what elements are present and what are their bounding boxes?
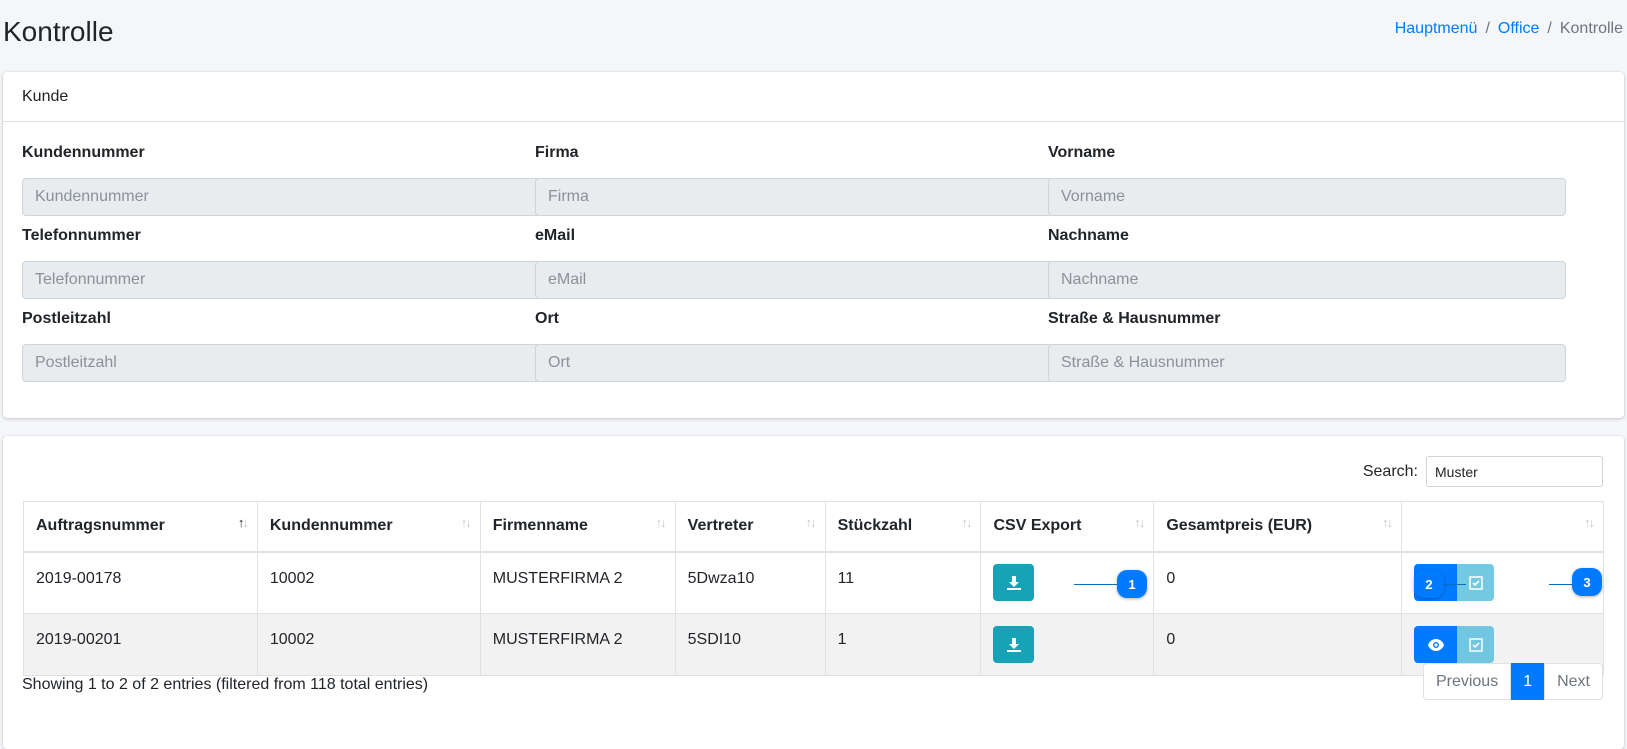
- sort-icon: ↑↓: [1584, 515, 1595, 530]
- search-label: Search:: [1362, 462, 1418, 480]
- breadcrumb-current: Kontrolle: [1559, 20, 1623, 37]
- cell-gesamtpreis: 0: [1153, 551, 1403, 614]
- page-title: Kontrolle: [3, 16, 114, 47]
- download-icon: [1006, 637, 1021, 652]
- field-group-nachname: Nachname Nachname: [1048, 227, 1566, 299]
- cell-stueckzahl: 11: [824, 551, 982, 614]
- field-label: Kundennummer: [22, 144, 145, 161]
- sort-icon: ↑↓: [1134, 515, 1145, 530]
- pagination-previous[interactable]: Previous: [1422, 663, 1512, 700]
- cell-kundennummer: 10002: [256, 551, 481, 614]
- sort-icon: ↑↓: [460, 515, 472, 530]
- callout-connector: [1442, 584, 1466, 585]
- check-button[interactable]: [1457, 626, 1495, 663]
- check-button[interactable]: [1457, 564, 1495, 602]
- cell-gesamtpreis: 0: [1153, 613, 1403, 676]
- kundennummer-input[interactable]: Kundennummer: [22, 178, 540, 216]
- column-header-firmenname[interactable]: Firmenname ↑↓: [479, 501, 676, 553]
- field-group-email: eMail eMail: [535, 227, 1053, 299]
- field-group-strasse: Straße & Hausnummer Straße & Hausnummer: [1048, 310, 1566, 382]
- cell-auftragsnummer: 2019-00201: [23, 613, 258, 676]
- eye-icon: [1427, 638, 1444, 651]
- cell-firmenname: MUSTERFIRMA 2: [479, 613, 676, 676]
- callout-connector: [1074, 584, 1120, 585]
- row-actions: [1414, 626, 1495, 663]
- field-label: Nachname: [1048, 227, 1129, 244]
- table-row: 2019-00178 10002 MUSTERFIRMA 2 5Dwza10 1…: [23, 551, 1604, 614]
- field-group-vorname: Vorname Vorname: [1048, 144, 1566, 216]
- column-header-vertreter[interactable]: Vertreter ↑↓: [674, 501, 826, 553]
- strasse-input[interactable]: Straße & Hausnummer: [1048, 344, 1566, 382]
- vorname-input[interactable]: Vorname: [1048, 178, 1566, 216]
- cell-kundennummer: 10002: [256, 613, 481, 676]
- pagination: Previous 1 Next: [1422, 663, 1603, 700]
- breadcrumb-link-hauptmenu[interactable]: Hauptmenü: [1395, 20, 1478, 38]
- sort-icon: ↑↓: [655, 515, 667, 530]
- cell-vertreter: 5Dwza10: [674, 551, 826, 614]
- callout-badge-3: 3: [1572, 568, 1602, 596]
- firma-input[interactable]: Firma: [535, 178, 1053, 216]
- breadcrumb-link-office[interactable]: Office: [1498, 20, 1540, 38]
- check-square-icon: [1468, 576, 1483, 590]
- field-label: Telefonnummer: [22, 227, 141, 244]
- field-group-ort: Ort Ort: [535, 310, 1053, 382]
- column-header-actions[interactable]: ↑↓: [1401, 501, 1604, 553]
- download-icon: [1006, 575, 1021, 590]
- customer-card: Kunde Kundennummer Kundennummer Firma Fi…: [3, 72, 1624, 418]
- field-label: Ort: [535, 310, 559, 327]
- field-label: eMail: [535, 227, 576, 244]
- field-label: Postleitzahl: [22, 310, 111, 327]
- callout-badge-1: 1: [1117, 570, 1147, 598]
- cell-firmenname: MUSTERFIRMA 2: [479, 551, 676, 614]
- cell-auftragsnummer: 2019-00178: [23, 551, 258, 614]
- breadcrumb: Hauptmenü / Office / Kontrolle: [1395, 20, 1623, 38]
- pagination-next[interactable]: Next: [1544, 663, 1603, 700]
- field-group-firma: Firma Firma: [535, 144, 1053, 216]
- column-header-kundennummer[interactable]: Kundennummer ↑↓: [256, 501, 481, 553]
- check-square-icon: [1468, 637, 1483, 652]
- search-input[interactable]: Muster: [1426, 456, 1603, 487]
- field-label: Straße & Hausnummer: [1048, 310, 1221, 327]
- csv-download-button[interactable]: [993, 564, 1035, 602]
- orders-card: Search: Muster Auftragsnummer ↑↓ Kundennu…: [3, 436, 1624, 749]
- breadcrumb-separator: /: [1547, 20, 1552, 37]
- sort-icon: ↑↓: [237, 515, 249, 530]
- telefonnummer-input[interactable]: Telefonnummer: [22, 261, 540, 299]
- cell-vertreter: 5SDI10: [674, 613, 826, 676]
- nachname-input[interactable]: Nachname: [1048, 261, 1566, 299]
- postleitzahl-input[interactable]: Postleitzahl: [22, 344, 540, 382]
- email-input[interactable]: eMail: [535, 261, 1053, 299]
- field-label: Vorname: [1048, 144, 1116, 161]
- column-header-stueckzahl[interactable]: Stückzahl ↑↓: [824, 501, 982, 553]
- orders-table: Auftragsnummer ↑↓ Kundennummer ↑↓ Firmenna…: [23, 501, 1604, 676]
- search-wrapper: Search: Muster: [1363, 456, 1603, 487]
- sort-icon: ↑↓: [805, 515, 817, 530]
- breadcrumb-separator: /: [1485, 20, 1490, 37]
- column-header-gesamtpreis[interactable]: Gesamtpreis (EUR) ↑↓: [1153, 501, 1403, 553]
- field-label: Firma: [535, 144, 579, 161]
- csv-download-button[interactable]: [993, 626, 1035, 663]
- field-group-telefonnummer: Telefonnummer Telefonnummer: [22, 227, 540, 299]
- view-button[interactable]: [1414, 626, 1458, 663]
- sort-icon: ↑↓: [1382, 515, 1393, 530]
- table-header-row: Auftragsnummer ↑↓ Kundennummer ↑↓ Firmenna…: [23, 501, 1604, 553]
- column-header-csv-export[interactable]: CSV Export ↑↓: [980, 501, 1155, 553]
- field-group-postleitzahl: Postleitzahl Postleitzahl: [22, 310, 540, 382]
- ort-input[interactable]: Ort: [535, 344, 1053, 382]
- sort-icon: ↑↓: [961, 515, 972, 530]
- callout-badge-2: 2: [1414, 570, 1444, 598]
- table-row: 2019-00201 10002 MUSTERFIRMA 2 5SDI10 1 …: [23, 613, 1604, 676]
- table-info: Showing 1 to 2 of 2 entries (filtered fr…: [22, 676, 429, 693]
- cell-stueckzahl: 1: [824, 613, 982, 676]
- column-header-auftragsnummer[interactable]: Auftragsnummer ↑↓: [23, 501, 258, 553]
- cell-csv-export: [980, 613, 1155, 676]
- page-header: Kontrolle Hauptmenü / Office / Kontrolle: [0, 0, 1627, 68]
- pagination-page-current[interactable]: 1: [1511, 663, 1545, 700]
- field-group-kundennummer: Kundennummer Kundennummer: [22, 144, 540, 216]
- customer-card-header: Kunde: [3, 72, 1624, 122]
